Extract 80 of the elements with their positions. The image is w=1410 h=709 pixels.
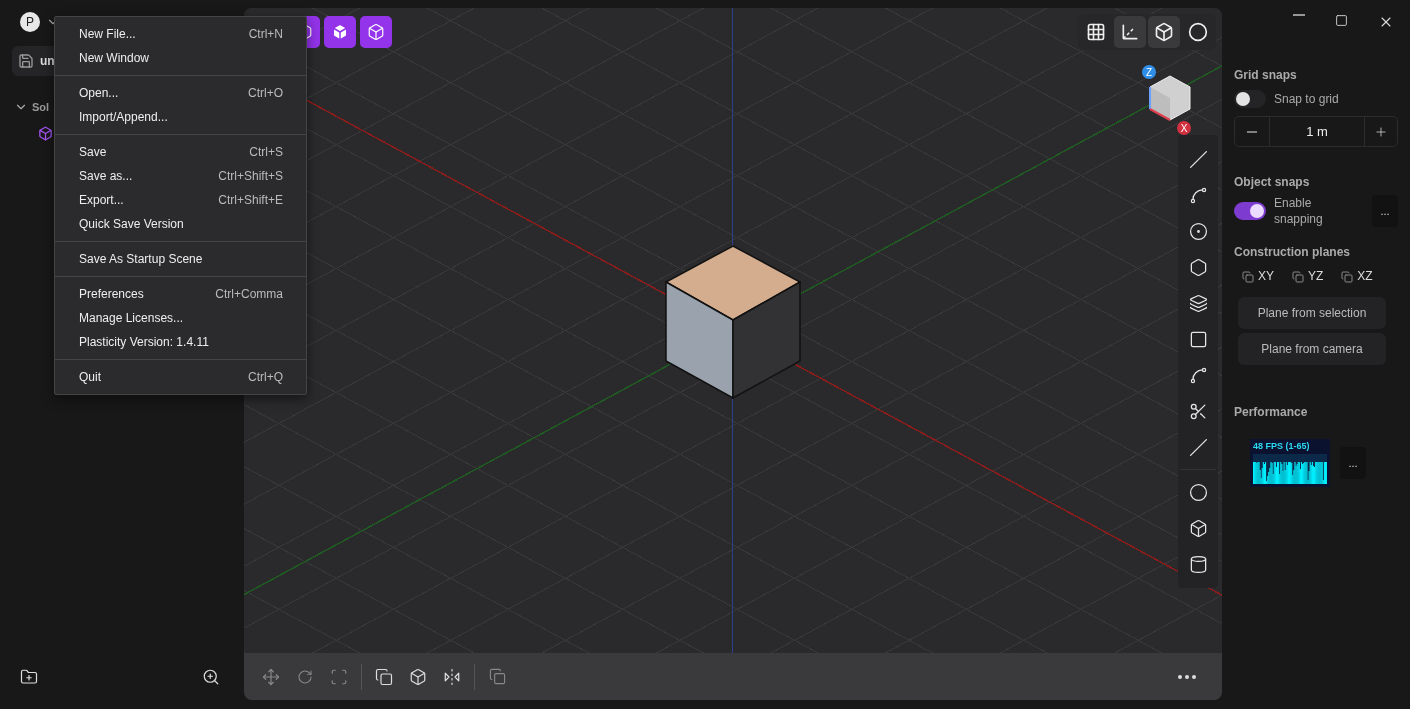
plane-action-button[interactable]: Plane from selection [1238,297,1386,329]
minus-icon [1247,130,1257,133]
cube-tool-button[interactable] [324,16,356,48]
mirror-icon [443,667,461,686]
section-heading: Grid snaps [1234,68,1298,82]
folder-plus-icon [20,668,38,686]
more-icon [1178,674,1196,679]
x-axis-badge[interactable]: X [1177,121,1191,135]
toggle-switch[interactable] [1234,90,1266,108]
menu-shortcut: Ctrl+O [248,86,283,100]
plane-icon [1292,271,1304,283]
view-mode-button[interactable] [1114,16,1146,48]
section-heading: Object snaps [1234,175,1311,189]
maximize-icon [1335,14,1348,27]
menu-item-label: Quit [79,370,101,384]
plane-button[interactable]: YZ [1292,269,1324,283]
toggle-switch[interactable] [1234,202,1266,220]
grid-icon [1086,22,1106,42]
more-button[interactable]: ... [1340,447,1366,479]
cube-icon [409,667,427,686]
circle-icon [1188,221,1208,241]
line-icon [1188,149,1208,169]
scissors-icon [1188,401,1208,421]
square-icon [1188,329,1208,349]
menu-item-label: Export... [79,193,124,207]
layers-icon [1188,293,1208,313]
minimize-icon [1293,14,1305,16]
plane-button[interactable]: XY [1242,269,1274,283]
menu-item-label: Preferences [79,287,144,301]
overlap-squares-icon [375,667,393,686]
plane-icon [1242,271,1254,283]
grid-size-value[interactable]: 1 m [1269,117,1365,146]
plus-icon [1374,124,1388,139]
outline-heading: Sol [32,101,50,113]
cube-tool-button[interactable] [360,16,392,48]
menu-shortcut: Ctrl+N [248,27,283,41]
menu-shortcut: Ctrl+Q [248,370,283,384]
plane-icon [1341,271,1354,283]
more-button[interactable]: ... [1372,195,1398,227]
menu-item-label: Save as... [79,169,133,183]
circle-icon [1188,482,1208,502]
axes-icon [1120,22,1140,42]
cylinder-icon [1188,554,1208,574]
section-heading: Performance [1234,405,1309,419]
menu-item-label: Save [79,145,107,159]
new-folder-button[interactable] [20,668,38,686]
move-icon [262,667,280,686]
menu-item-label: Manage Licenses... [79,311,184,325]
menu-shortcut: Ctrl+S [249,145,283,159]
fps-reading: 48 FPS (1-65) [1253,441,1311,452]
zoom-button[interactable] [202,668,220,686]
view-mode-button[interactable] [1148,16,1180,48]
solid-cube-icon[interactable] [38,126,53,141]
file-name: un [40,54,55,68]
rotate-icon [297,668,313,685]
plane-button[interactable]: XZ [1341,269,1373,283]
hexagon-icon [1188,257,1208,277]
menu-item-label: Import/Append... [79,110,168,124]
wireframe-cube-icon [1154,22,1174,42]
menu-item-label: Save As Startup Scene [79,252,203,266]
scale-icon [330,667,348,686]
zoom-in-icon [202,668,220,686]
menu-item-label: New File... [79,27,136,41]
navigation-cube-drawing[interactable] [1149,75,1191,121]
overlap-squares-icon [488,668,506,685]
menu-item-label: Quick Save Version [79,217,184,231]
cube-icon [367,23,385,41]
spline-icon [1188,365,1208,385]
save-icon [18,53,34,69]
menu-item-label: Plasticity Version: 1.4.11 [79,335,209,349]
section-heading: Construction planes [1234,245,1351,259]
toggle-label: Snap to grid [1274,91,1339,107]
toggle-label: Enable snapping [1274,195,1324,227]
plane-action-button[interactable]: Plane from camera [1238,333,1386,365]
cube-icon [1188,518,1208,538]
menu-item-label: New Window [79,51,150,65]
menu-item-label: Open... [79,86,119,100]
user-avatar[interactable]: P [20,12,40,32]
sphere-icon [1188,22,1208,42]
solid-cube-icon [331,23,349,41]
